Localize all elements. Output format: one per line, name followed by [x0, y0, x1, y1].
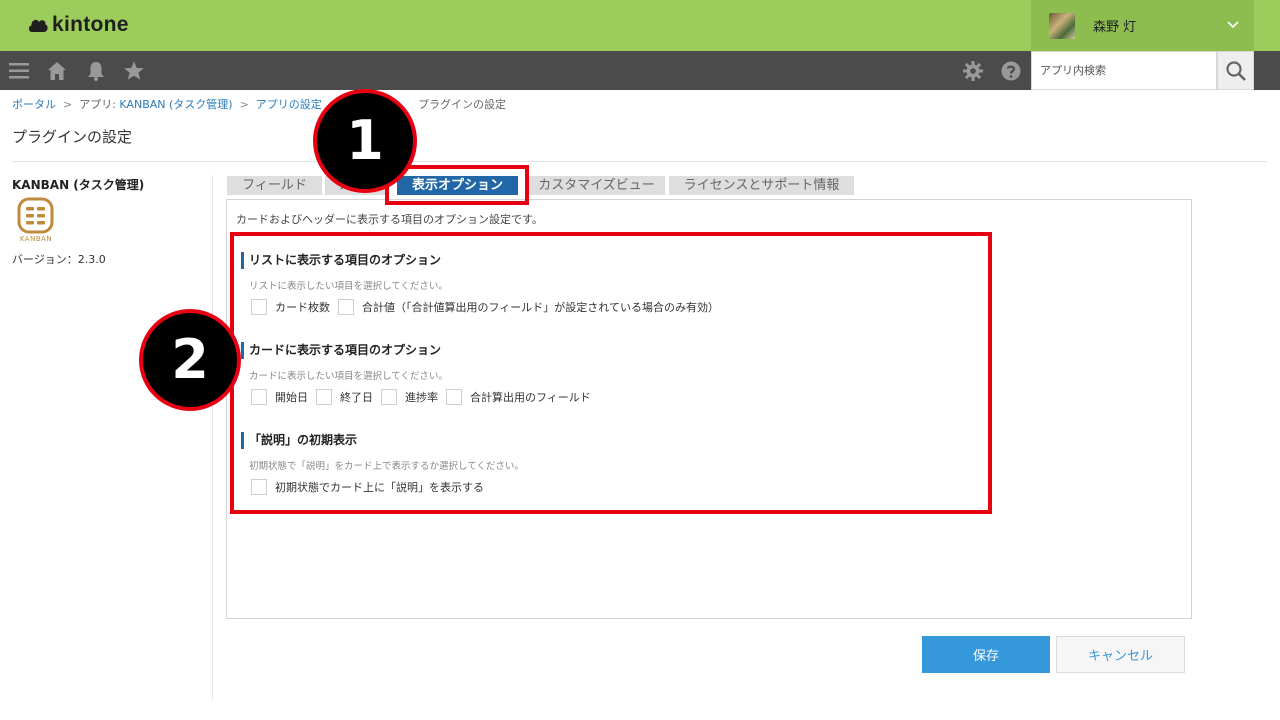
checkbox-progress[interactable]	[381, 389, 397, 405]
search-button[interactable]	[1217, 51, 1254, 90]
breadcrumb-app-prefix: アプリ:	[79, 98, 120, 111]
help-icon[interactable]	[1000, 60, 1022, 82]
description-options-row: 初期状態でカード上に「説明」を表示する	[251, 479, 492, 495]
section-description-title: 「説明」の初期表示	[241, 432, 357, 449]
panel-description: カードおよびヘッダーに表示する項目のオプション設定です。	[236, 213, 543, 226]
breadcrumb-app[interactable]: KANBAN (タスク管理)	[119, 98, 232, 111]
card-options-row: 開始日 終了日 進捗率 合計算出用のフィールド	[251, 389, 599, 405]
home-icon[interactable]	[46, 60, 68, 82]
plugin-name: KANBAN (タスク管理)	[12, 178, 145, 192]
section-card-options-hint: カードに表示したい項目を選択してください。	[249, 371, 448, 382]
user-name: 森野 灯	[1093, 20, 1137, 35]
plugin-icon: KANBAN	[14, 197, 58, 245]
options-panel: カードおよびヘッダーに表示する項目のオプション設定です。 リストに表示する項目の…	[226, 199, 1192, 619]
page-title: プラグインの設定	[12, 128, 133, 146]
tab-customize-view[interactable]: カスタマイズビュー	[528, 176, 665, 195]
bell-icon[interactable]	[85, 60, 107, 82]
menu-icon[interactable]	[8, 60, 30, 82]
label-end-date: 終了日	[340, 391, 373, 404]
tab-field[interactable]: フィールド	[227, 176, 322, 195]
star-icon[interactable]	[123, 60, 145, 82]
label-card-count: カード枚数	[275, 301, 330, 314]
checkbox-show-description[interactable]	[251, 479, 267, 495]
section-description-hint: 初期状態で「説明」をカード上で表示するか選択してください。	[249, 461, 524, 472]
gear-icon[interactable]	[962, 60, 984, 82]
checkbox-total-value[interactable]	[338, 299, 354, 315]
tab-license-support[interactable]: ライセンスとサポート情報	[669, 176, 854, 195]
user-menu[interactable]: 森野 灯	[1031, 0, 1254, 51]
breadcrumb-current: プラグインの設定	[418, 98, 507, 111]
logo-text: kintone	[52, 13, 129, 36]
plugin-icon-label: KANBAN	[19, 235, 53, 243]
label-total-value: 合計値（「合計値算出用のフィールド」が設定されている場合のみ有効）	[362, 301, 719, 314]
cloud-logo-icon	[28, 19, 48, 32]
tab-display-options[interactable]: 表示オプション	[397, 176, 518, 195]
title-divider	[12, 161, 1267, 162]
section-list-options-hint: リストに表示したい項目を選択してください。	[249, 281, 448, 292]
label-show-description: 初期状態でカード上に「説明」を表示する	[275, 481, 484, 494]
list-options-row: カード枚数 合計値（「合計値算出用のフィールド」が設定されている場合のみ有効）	[251, 299, 727, 315]
breadcrumb-app-settings[interactable]: アプリの設定	[256, 98, 322, 111]
section-card-options-title: カードに表示する項目のオプション	[241, 342, 441, 359]
checkbox-end-date[interactable]	[316, 389, 332, 405]
avatar	[1049, 12, 1075, 39]
annotation-badge-2: 2	[139, 309, 241, 411]
chevron-down-icon	[1227, 21, 1239, 29]
section-list-options-title: リストに表示する項目のオプション	[241, 252, 441, 269]
save-button[interactable]: 保存	[922, 636, 1050, 673]
checkbox-start-date[interactable]	[251, 389, 267, 405]
label-start-date: 開始日	[275, 391, 308, 404]
cancel-button[interactable]: キャンセル	[1056, 636, 1185, 673]
app-search-input[interactable]: アプリ内検索	[1031, 51, 1217, 90]
top-header: kintone 森野 灯	[0, 0, 1280, 51]
label-total-field: 合計算出用のフィールド	[470, 391, 591, 404]
plugin-version: バージョン：2.3.0	[12, 253, 106, 266]
kintone-logo[interactable]: kintone	[28, 13, 129, 37]
breadcrumb-portal[interactable]: ポータル	[12, 98, 56, 111]
annotation-badge-1: 1	[313, 89, 417, 193]
sidebar-divider	[212, 175, 213, 700]
checkbox-card-count[interactable]	[251, 299, 267, 315]
breadcrumb: ポータル>アプリ: KANBAN (タスク管理)>アプリの設定>ププラグインの設…	[12, 98, 507, 111]
search-icon	[1226, 61, 1246, 81]
checkbox-total-field[interactable]	[446, 389, 462, 405]
label-progress: 進捗率	[405, 391, 438, 404]
